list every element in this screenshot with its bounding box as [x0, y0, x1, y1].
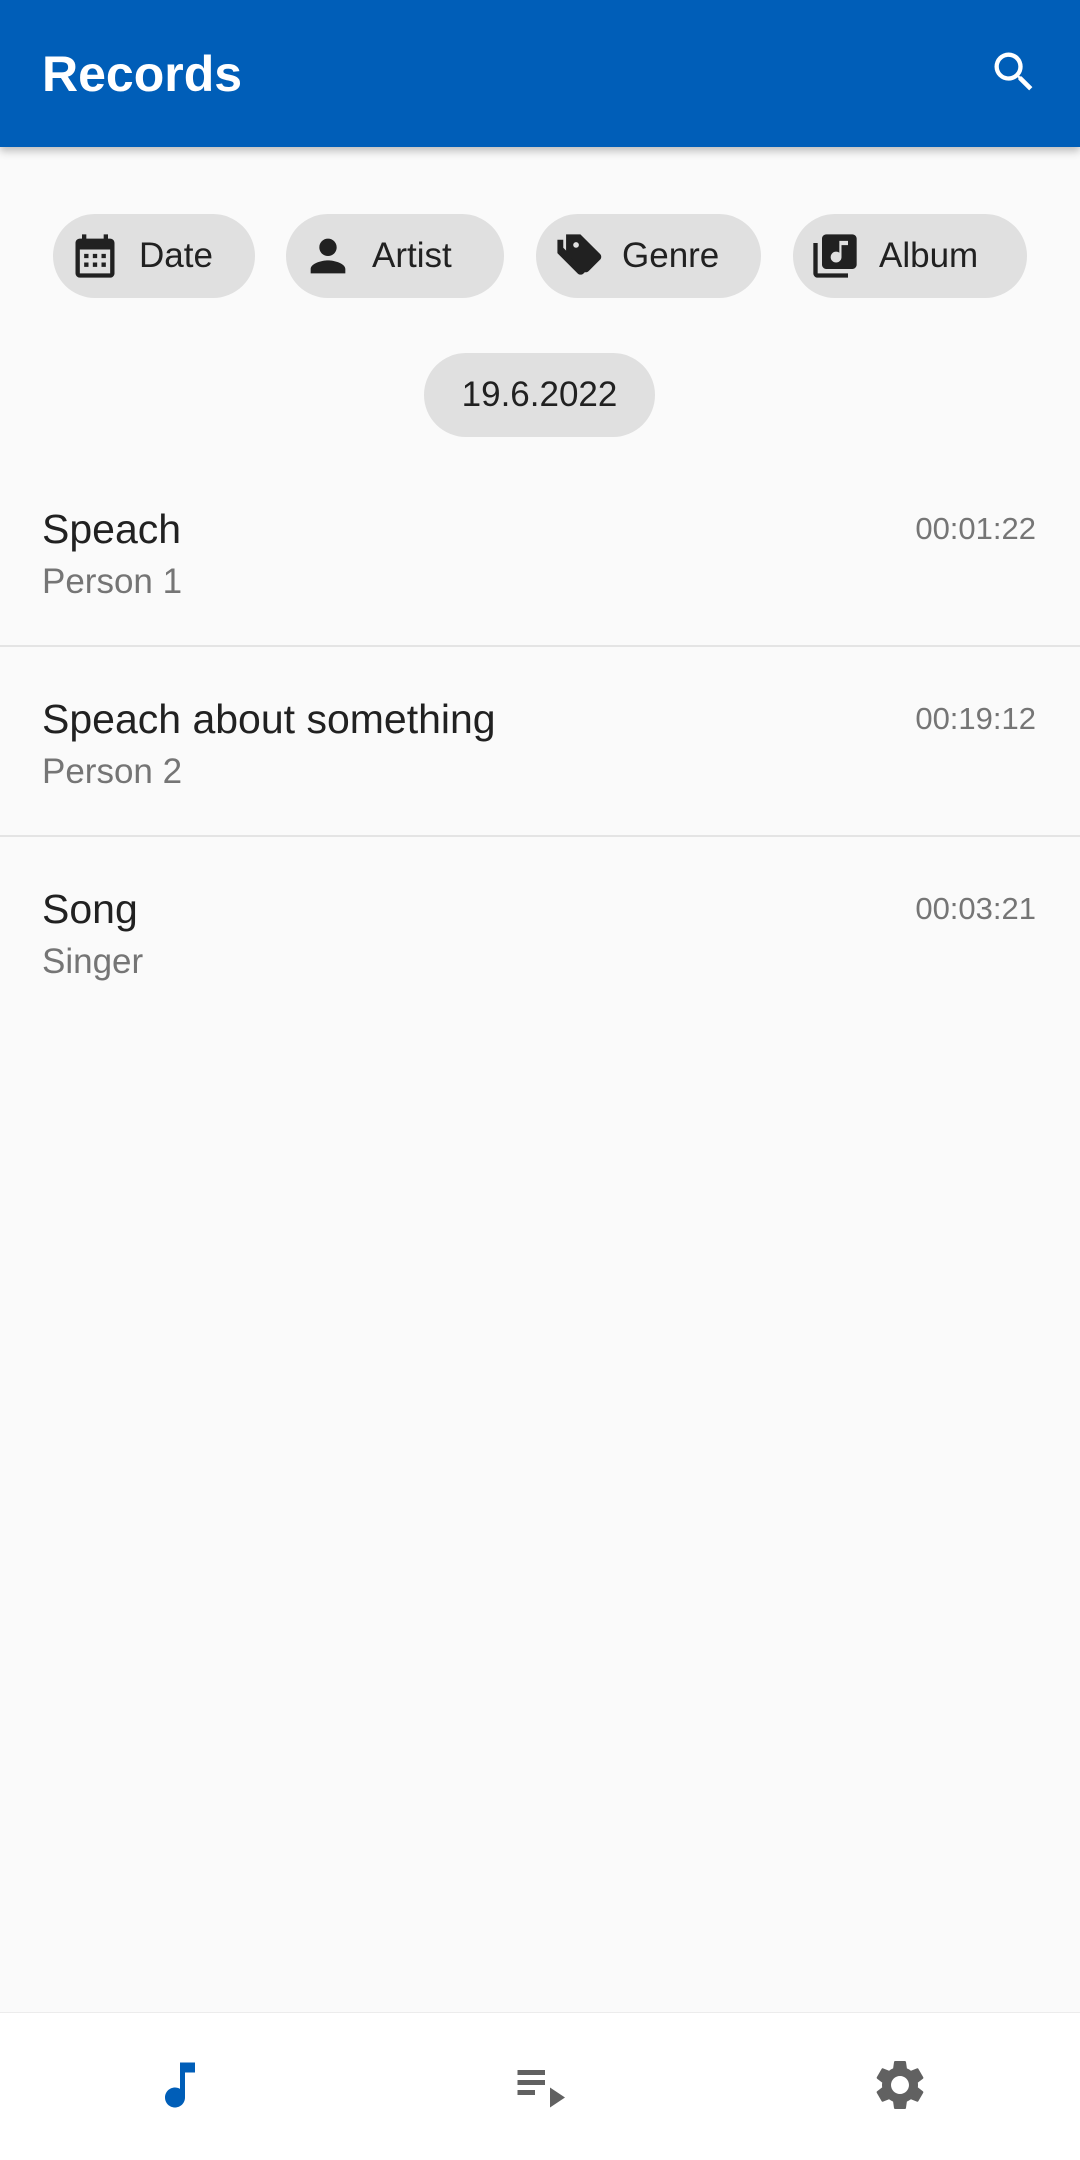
- chip-artist[interactable]: Artist: [286, 214, 504, 298]
- album-icon: [809, 230, 861, 282]
- record-title: Song: [42, 886, 138, 932]
- record-artist: Singer: [42, 942, 144, 981]
- list-item[interactable]: Speach about something Person 2 00:19:12: [0, 647, 1080, 837]
- nav-item-records[interactable]: [0, 2013, 360, 2160]
- record-duration: 00:03:21: [915, 891, 1036, 926]
- list-item[interactable]: Song Singer 00:03:21: [0, 837, 1080, 1027]
- chip-genre[interactable]: Genre: [536, 214, 761, 298]
- nav-item-settings[interactable]: [720, 2013, 1080, 2160]
- chip-date-label: Date: [139, 236, 213, 275]
- filter-chip-group: Date Artist Genre Album: [0, 214, 1080, 298]
- chip-date[interactable]: Date: [53, 214, 255, 298]
- record-duration: 00:01:22: [915, 511, 1036, 546]
- search-button[interactable]: [978, 38, 1050, 110]
- chip-artist-label: Artist: [372, 236, 452, 275]
- settings-gear-icon: [870, 2055, 930, 2120]
- music-note-icon: [150, 2055, 210, 2120]
- record-title: Speach: [42, 506, 182, 552]
- playlist-play-icon: [510, 2055, 570, 2120]
- chip-album-label: Album: [879, 236, 979, 275]
- records-list: Speach Person 1 00:01:22 Speach about so…: [0, 457, 1080, 1027]
- tag-icon: [552, 230, 604, 282]
- search-icon: [988, 46, 1040, 103]
- top-app-bar: Records: [0, 0, 1080, 147]
- record-title: Speach about something: [42, 696, 496, 742]
- calendar-icon: [69, 230, 121, 282]
- person-icon: [302, 230, 354, 282]
- date-section-header: 19.6.2022: [424, 353, 655, 437]
- bottom-navigation: [0, 2012, 1080, 2160]
- records-screen: Records Date Artist Genre Album 19.6.202…: [0, 0, 1080, 2160]
- list-item[interactable]: Speach Person 1 00:01:22: [0, 457, 1080, 647]
- chip-album[interactable]: Album: [793, 214, 1027, 298]
- page-title: Records: [42, 46, 243, 102]
- record-artist: Person 2: [42, 752, 183, 791]
- nav-item-playlist[interactable]: [360, 2013, 720, 2160]
- record-duration: 00:19:12: [915, 701, 1036, 736]
- record-artist: Person 1: [42, 562, 183, 601]
- chip-genre-label: Genre: [622, 236, 720, 275]
